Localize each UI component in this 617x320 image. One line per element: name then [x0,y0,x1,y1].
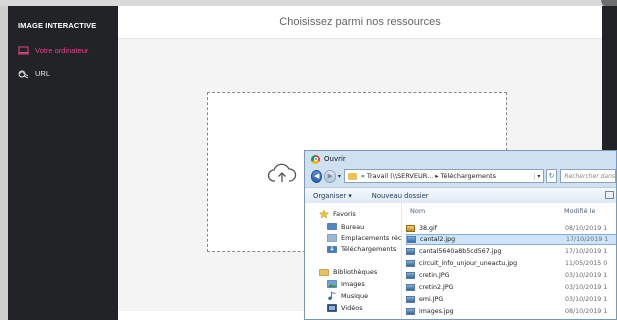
organize-button[interactable]: Organiser ▾ [313,192,352,200]
file-name: images.jpg [419,308,454,315]
recent-places-icon [327,234,337,242]
file-name: cretin2.JPG [419,284,454,291]
nav-label: Images [341,280,365,288]
file-date: 03/10/2019 1 [565,296,608,303]
image-file-icon [406,308,415,315]
image-file-icon [406,296,415,303]
nav-label: Musique [341,292,369,300]
nav-item-emplacements-recents[interactable]: Emplacements récents [327,233,402,243]
dialog-toolbar: Organiser ▾ Nouveau dossier [305,187,616,204]
page-title: Choisissez parmi nos ressources [118,6,602,39]
pictures-icon [327,280,337,288]
folder-icon [347,172,357,180]
nav-label: Emplacements récents [341,234,402,242]
nav-item-bibliotheques[interactable]: Bibliothèques [319,267,377,277]
nav-item-bureau[interactable]: Bureau [327,222,364,232]
file-row-selected[interactable]: cantal2.jpg 17/10/2019 1 [406,234,616,245]
nav-label: Vidéos [341,304,363,312]
desktop-icon [327,223,337,231]
file-row[interactable]: cretin2.JPG 03/10/2019 1 [406,282,616,293]
file-row[interactable]: cantal5640a8b5cd567.jpg 17/10/2019 1 [406,246,616,257]
dialog-titlebar: Ouvrir [311,153,346,165]
image-file-icon [406,284,415,291]
nav-item-favoris[interactable]: Favoris [318,209,356,219]
file-row[interactable]: emi.JPG 03/10/2019 1 [406,294,616,305]
back-button[interactable]: ◀ [311,169,323,183]
download-folder-icon [327,245,337,253]
nav-label: Téléchargements [341,245,397,253]
sidebar: IMAGE INTERACTIVE Votre ordinateur URL [8,6,118,320]
file-open-dialog: Ouvrir ◀ ▶ ▾ « Travail (\\SERVEUR... ▸ T… [304,150,617,320]
nav-item-images[interactable]: Images [327,279,365,289]
gif-file-icon [406,225,415,232]
image-file-icon [407,236,416,243]
dialog-title: Ouvrir [324,155,346,163]
file-name: circuit_info_unjour_uneactu.jpg [419,260,518,267]
file-date: 08/10/2019 1 [565,308,608,315]
file-date: 03/10/2019 1 [565,284,608,291]
file-row[interactable]: 38.gif 08/10/2019 1 [406,223,616,234]
file-date: 08/10/2019 1 [565,225,608,232]
videos-icon [327,304,337,312]
address-bar[interactable]: « Travail (\\SERVEUR... ▸ Téléchargement… [343,169,544,183]
sidebar-item-label: Votre ordinateur [35,46,89,55]
link-icon [18,69,29,78]
refresh-button[interactable]: ↻ [545,169,558,183]
sidebar-title: IMAGE INTERACTIVE [18,21,97,30]
file-date: 17/10/2019 1 [566,236,609,243]
nav-label: Favoris [333,210,356,218]
file-list: Nom Modifié le 38.gif 08/10/2019 1 canta… [402,203,616,319]
file-row[interactable]: images.jpg 08/10/2019 1 [406,306,616,317]
address-path: « Travail (\\SERVEUR... ▸ Téléchargement… [360,172,497,180]
file-name: cantal2.jpg [420,236,456,243]
image-file-icon [406,248,415,255]
file-date: 17/10/2019 1 [565,248,608,255]
address-dropdown-button[interactable]: ▾ [533,172,543,180]
nav-item-videos[interactable]: Vidéos [327,303,363,313]
monitor-icon [18,46,29,55]
file-date: 03/10/2019 1 [565,272,608,279]
navigation-pane: Favoris Bureau Emplacements récents Télé… [305,203,402,319]
nav-label: Bureau [341,223,365,231]
nav-item-musique[interactable]: Musique [327,291,368,301]
file-name: 38.gif [419,225,437,232]
libraries-icon [319,268,329,276]
search-input[interactable]: Rechercher dans : T [560,169,616,183]
image-file-icon [406,260,415,267]
music-icon [327,291,337,300]
nav-label: Bibliothèques [333,268,378,276]
sidebar-item-url[interactable]: URL [18,69,50,78]
dialog-body: Favoris Bureau Emplacements récents Télé… [305,203,616,319]
column-header-modified[interactable]: Modifié le [564,207,595,215]
file-row[interactable]: cretin.JPG 03/10/2019 1 [406,270,616,281]
dialog-address-row: ◀ ▶ ▾ « Travail (\\SERVEUR... ▸ Téléchar… [311,167,616,185]
forward-button[interactable]: ▶ [324,169,336,183]
chrome-icon [311,154,320,164]
history-dropdown-icon[interactable]: ▾ [338,173,341,180]
file-date: 11/05/2015 0 [565,260,608,267]
new-folder-button[interactable]: Nouveau dossier [372,192,429,200]
image-file-icon [406,272,415,279]
file-name: emi.JPG [419,296,444,303]
file-row[interactable]: circuit_info_unjour_uneactu.jpg 11/05/20… [406,258,616,269]
column-header-name[interactable]: Nom [410,207,425,215]
cloud-upload-icon [267,163,297,190]
star-icon [318,209,330,219]
file-name: cretin.JPG [419,272,450,279]
nav-item-telechargements[interactable]: Téléchargements [327,244,396,254]
file-name: cantal5640a8b5cd567.jpg [419,248,502,255]
sidebar-item-label: URL [35,69,51,78]
sidebar-item-votre-ordinateur[interactable]: Votre ordinateur [18,46,88,55]
view-options-icon[interactable] [605,191,614,199]
